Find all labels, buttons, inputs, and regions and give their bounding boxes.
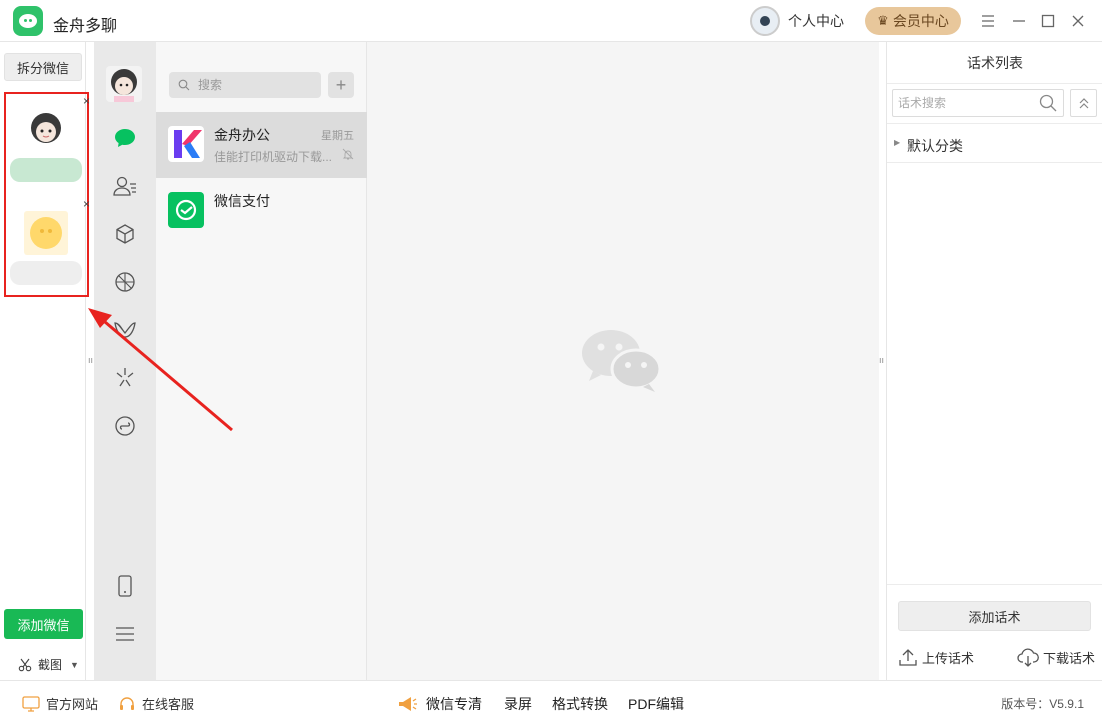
vip-center-label: 会员中心 [892,13,949,29]
conversation-list: + 金舟办公 星期五 佳能打印机驱动下载... 微信支付 [156,42,367,680]
account-avatar [24,108,68,152]
title-bar: 金舟多聊 个人中心 ♛ 会员中心 [0,0,1102,42]
record-screen-link[interactable]: 录屏 [504,694,532,714]
script-panel-title: 话术列表 [887,42,1102,84]
screenshot-button[interactable]: 截图 ▼ [18,656,79,673]
chat-search-box[interactable] [169,72,321,98]
app-logo-icon [13,6,43,36]
more-menu-icon[interactable] [111,620,139,648]
contacts-icon[interactable] [111,172,139,200]
moments-icon[interactable] [111,268,139,296]
app-title: 金舟多聊 [53,18,118,35]
chat-icon[interactable] [111,124,139,152]
splitter-handle[interactable]: ıı [879,355,884,365]
phone-icon[interactable] [111,572,139,600]
account-avatar [24,211,68,255]
script-category-label: 默认分类 [907,138,963,154]
upload-script-label: 上传话术 [922,650,975,666]
search-discover-icon[interactable] [111,364,139,392]
monitor-icon [22,695,40,712]
script-search-box[interactable] [892,89,1064,117]
search-icon [178,79,190,91]
split-wechat-button[interactable]: 拆分微信 [4,53,82,81]
wechat-pay-logo-icon [168,192,204,228]
wechat-user-avatar[interactable] [106,66,142,102]
online-service-label: 在线客服 [142,697,195,712]
official-site-label: 官方网站 [46,697,99,712]
personal-center-button[interactable]: 个人中心 [750,5,844,37]
pdf-edit-link[interactable]: PDF编辑 [628,694,684,714]
upload-script-button[interactable]: 上传话术 [898,647,974,667]
search-icon[interactable] [1039,94,1057,115]
account-list-highlight: × × [4,92,90,297]
wechat-sidebar [94,42,156,680]
chevron-down-icon[interactable]: ▼ [70,660,79,670]
chat-item[interactable]: 金舟办公 星期五 佳能打印机驱动下载... [156,112,367,178]
maximize-icon[interactable] [1038,11,1058,31]
online-service-link[interactable]: 在线客服 [118,694,194,713]
jinzhou-office-logo-icon [168,126,204,162]
favorites-icon[interactable] [111,220,139,248]
official-site-link[interactable]: 官方网站 [22,694,98,713]
chat-time: 星期五 [321,130,354,142]
chat-main-area [367,42,879,680]
wechat-logo-icon [581,329,662,396]
chat-item[interactable]: 微信支付 [156,178,367,244]
account-column: 拆分微信 × × 添加微信 截图 ▼ [0,42,90,680]
chat-name: 微信支付 [214,193,270,209]
add-script-button[interactable]: 添加话术 [898,601,1091,631]
megaphone-icon [399,697,417,711]
status-bar: 官方网站 在线客服 微信专清 录屏 格式转换 PDF编辑 版本号：V5.9.1 [0,680,1102,722]
script-panel: 话术列表 ▶ 默认分类 添加话术 上传话术 下载话术 [886,42,1102,680]
add-wechat-button[interactable]: 添加微信 [4,609,83,639]
account-name-blurred [10,261,82,285]
upload-icon [899,649,917,666]
format-convert-link[interactable]: 格式转换 [552,694,608,714]
mini-program-icon[interactable] [111,412,139,440]
close-account-icon[interactable]: × [83,94,90,108]
version-label: 版本号：V5.9.1 [1001,697,1084,711]
chat-name: 金舟办公 [214,127,270,143]
script-panel-footer: 添加话术 上传话术 下载话术 [887,584,1102,680]
personal-center-label: 个人中心 [788,13,844,29]
channels-icon[interactable] [111,316,139,344]
crown-icon: ♛ [877,13,889,28]
headset-icon [120,696,134,710]
close-account-icon[interactable]: × [83,197,90,211]
script-search-input[interactable] [898,96,1033,110]
download-script-button[interactable]: 下载话术 [1017,647,1095,667]
download-script-label: 下载话术 [1043,650,1096,666]
screenshot-label: 截图 [38,658,63,672]
chat-search-input[interactable] [198,78,308,92]
collapse-up-icon[interactable] [1070,89,1097,117]
account-item[interactable]: × [10,197,90,291]
expand-arrow-icon: ▶ [894,138,901,147]
vip-center-button[interactable]: ♛ 会员中心 [865,7,961,35]
mute-bell-icon [342,148,354,163]
splitter-handle[interactable]: ıı [88,355,93,365]
account-name-blurred [10,158,82,182]
account-item[interactable]: × [10,94,90,188]
wechat-hd-link[interactable]: 微信专清 [396,694,482,714]
panda-avatar-icon [750,6,780,36]
minimize-icon[interactable] [1009,11,1029,31]
close-icon[interactable] [1068,11,1088,31]
add-chat-button[interactable]: + [328,72,354,98]
chat-preview: 佳能打印机驱动下载... [214,150,333,164]
hamburger-icon[interactable] [978,11,998,31]
cloud-download-icon [1017,648,1039,667]
script-category-item[interactable]: ▶ 默认分类 [887,123,1102,163]
wechat-hd-label: 微信专清 [426,696,482,712]
scissors-icon [18,658,32,671]
